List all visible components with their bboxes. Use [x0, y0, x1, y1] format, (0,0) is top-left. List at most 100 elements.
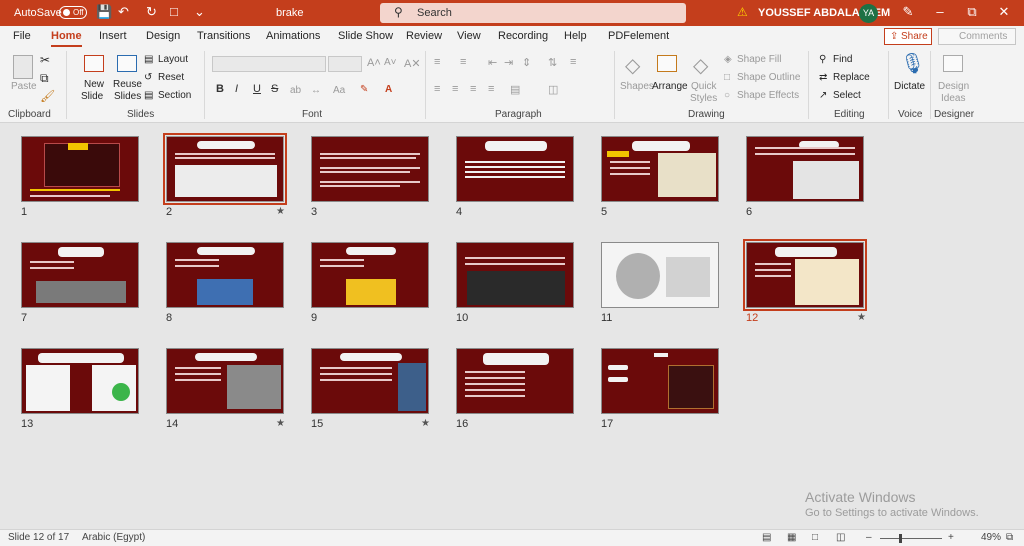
slide-thumbnail-5[interactable]	[601, 136, 719, 202]
align-text-icon[interactable]: ≡	[570, 56, 576, 68]
numbering-icon[interactable]: ≡	[460, 56, 466, 68]
tab-design[interactable]: Design	[146, 30, 180, 42]
fit-to-window-icon[interactable]: ⧉	[1006, 532, 1013, 543]
slide-thumbnail-10[interactable]	[456, 242, 574, 308]
tab-slide-show[interactable]: Slide Show	[338, 30, 393, 42]
zoom-out-icon[interactable]: –	[866, 532, 872, 543]
char-spacing-icon[interactable]: ↔	[311, 85, 321, 96]
shape-fill-button[interactable]: Shape Fill	[737, 54, 781, 65]
new-slide-label-2[interactable]: Slide	[81, 91, 103, 102]
close-icon[interactable]: ✕	[994, 4, 1014, 20]
text-direction-icon[interactable]: ⇅	[548, 56, 557, 69]
cut-icon[interactable]: ✂	[40, 53, 50, 67]
strikethrough-button[interactable]: S	[271, 83, 278, 95]
shrink-font-icon[interactable]: A˅	[384, 57, 397, 68]
design-ideas-icon[interactable]	[943, 55, 963, 72]
find-button[interactable]: Find	[833, 54, 852, 65]
shape-effects-button[interactable]: Shape Effects	[737, 90, 799, 101]
customize-qat-icon[interactable]: ⌄	[194, 4, 205, 20]
columns-icon[interactable]: ▤	[510, 83, 520, 96]
quick-styles-label-1[interactable]: Quick	[691, 81, 717, 92]
paste-button[interactable]: Paste	[11, 81, 37, 92]
slide-thumbnail-12[interactable]	[743, 239, 867, 311]
transition-star-icon[interactable]: ★	[421, 418, 430, 429]
zoom-level[interactable]: 49%	[981, 532, 1001, 543]
replace-button[interactable]: Replace	[833, 72, 870, 83]
underline-button[interactable]: U	[253, 83, 261, 95]
autosave-toggle[interactable]: Off	[59, 6, 87, 19]
reset-button[interactable]: Reset	[158, 72, 184, 83]
clear-format-icon[interactable]: A✕	[404, 57, 421, 70]
pen-icon[interactable]: ✎	[898, 4, 918, 20]
zoom-slider-thumb[interactable]	[899, 534, 902, 543]
grow-font-icon[interactable]: A˄	[367, 57, 381, 69]
avatar[interactable]: YA	[859, 4, 878, 23]
slide-thumbnail-3[interactable]	[311, 136, 429, 202]
arrange-icon[interactable]	[657, 55, 677, 72]
slide-thumbnail-7[interactable]	[21, 242, 139, 308]
transition-star-icon[interactable]: ★	[276, 418, 285, 429]
transition-star-icon[interactable]: ★	[857, 312, 866, 323]
slide-thumbnail-14[interactable]	[166, 348, 284, 414]
paste-icon[interactable]	[13, 55, 33, 79]
slide-thumbnail-8[interactable]	[166, 242, 284, 308]
microphone-icon[interactable]: 🎙	[900, 51, 925, 76]
design-ideas-label-1[interactable]: Design	[938, 81, 969, 92]
document-title[interactable]: brake	[276, 7, 304, 19]
font-name-field[interactable]	[212, 56, 326, 72]
tab-review[interactable]: Review	[406, 30, 442, 42]
align-right-icon[interactable]: ≡	[470, 83, 476, 95]
format-painter-icon[interactable]: 🖌	[40, 89, 55, 103]
tab-view[interactable]: View	[457, 30, 481, 42]
new-slide-label-1[interactable]: New	[84, 79, 104, 90]
normal-view-icon[interactable]: ▤	[762, 532, 771, 543]
zoom-slider[interactable]	[880, 538, 942, 539]
shapes-button[interactable]: Shapes	[620, 81, 654, 92]
reuse-slides-label-2[interactable]: Slides	[114, 91, 141, 102]
tab-recording[interactable]: Recording	[498, 30, 548, 42]
undo-icon[interactable]: ↶	[118, 4, 129, 20]
bold-button[interactable]: B	[216, 83, 224, 95]
tab-home[interactable]: Home	[51, 30, 82, 47]
reading-view-icon[interactable]: □	[812, 532, 818, 543]
tab-pdfelement[interactable]: PDFelement	[608, 30, 669, 42]
present-icon[interactable]: □	[170, 4, 178, 19]
align-left-icon[interactable]: ≡	[434, 83, 440, 95]
redo-icon[interactable]: ↻	[146, 4, 157, 20]
highlight-icon[interactable]: ✎	[360, 84, 368, 95]
share-button[interactable]: Share	[884, 28, 932, 45]
slide-thumbnail-6[interactable]	[746, 136, 864, 202]
convert-smartart-icon[interactable]: ◫	[548, 83, 558, 96]
warning-icon[interactable]: ⚠	[737, 5, 748, 19]
zoom-in-icon[interactable]: +	[948, 532, 954, 543]
slide-thumbnail-9[interactable]	[311, 242, 429, 308]
change-case-icon[interactable]: Aa	[333, 85, 345, 96]
slide-thumbnail-11[interactable]	[601, 242, 719, 308]
language-indicator[interactable]: Arabic (Egypt)	[82, 532, 145, 543]
copy-icon[interactable]: ⧉	[40, 71, 49, 86]
quick-styles-label-2[interactable]: Styles	[690, 93, 717, 104]
tab-transitions[interactable]: Transitions	[197, 30, 250, 42]
tab-file[interactable]: File	[13, 30, 31, 42]
slide-sorter-view-icon[interactable]: ▦	[787, 532, 796, 543]
italic-button[interactable]: I	[235, 83, 238, 95]
search-box[interactable]: ⚲ Search	[380, 3, 686, 23]
comments-button[interactable]: Comments	[938, 28, 1016, 45]
font-color-icon[interactable]: A	[385, 84, 392, 95]
reuse-slides-label-1[interactable]: Reuse	[113, 79, 142, 90]
tab-animations[interactable]: Animations	[266, 30, 320, 42]
outdent-icon[interactable]: ⇥	[504, 56, 513, 69]
save-icon[interactable]: 💾	[96, 4, 112, 20]
section-button[interactable]: Section	[158, 90, 191, 101]
slide-thumbnail-17[interactable]	[601, 348, 719, 414]
restore-icon[interactable]: ⧉	[962, 4, 982, 20]
transition-star-icon[interactable]: ★	[276, 206, 285, 217]
slide-thumbnail-1[interactable]	[21, 136, 139, 202]
arrange-button[interactable]: Arrange	[652, 81, 688, 92]
shape-outline-button[interactable]: Shape Outline	[737, 72, 800, 83]
select-button[interactable]: Select	[833, 90, 861, 101]
bullets-icon[interactable]: ≡	[434, 56, 440, 68]
tab-insert[interactable]: Insert	[99, 30, 127, 42]
slide-thumbnail-4[interactable]	[456, 136, 574, 202]
line-spacing-icon[interactable]: ⇕	[522, 56, 531, 69]
